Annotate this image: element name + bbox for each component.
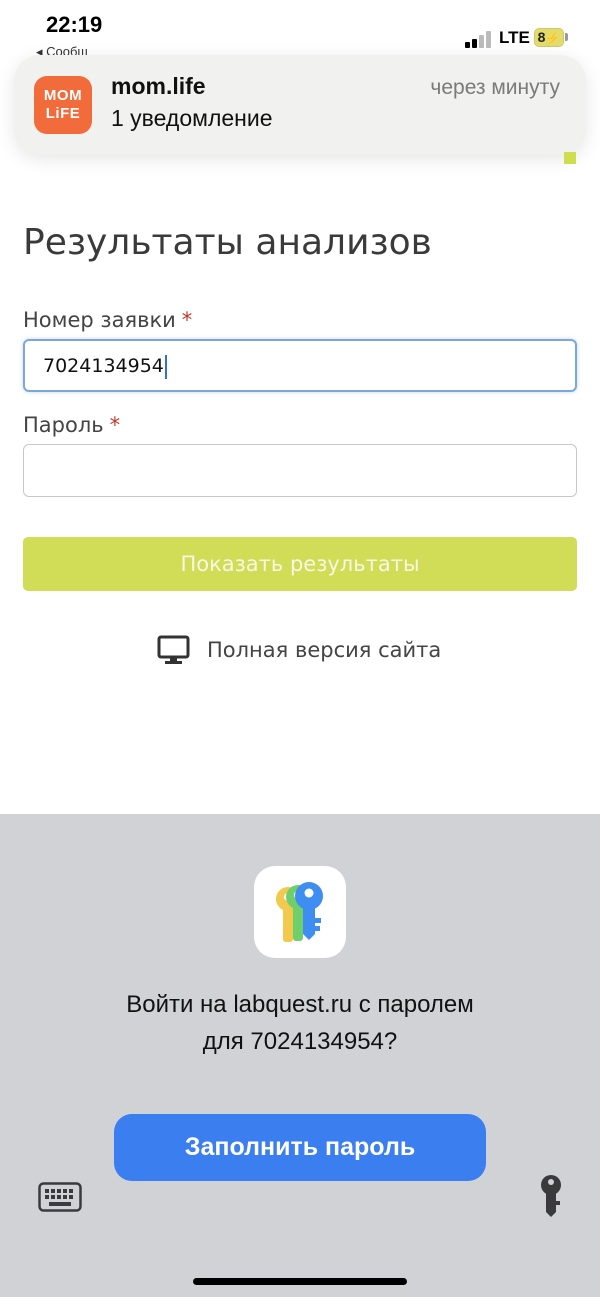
full-version-link[interactable]: Полная версия сайта [157,633,441,667]
order-number-label: Номер заявки * [23,308,192,332]
autofill-prompt: Войти на labquest.ru с паролем для 70241… [0,986,600,1060]
monitor-icon [157,635,190,664]
full-version-label: Полная версия сайта [207,638,442,662]
order-number-label-text: Номер заявки [23,308,176,332]
notification-body: 1 уведомление [111,105,273,131]
status-time: 22:19 [46,12,103,37]
autofill-prompt-line1: Войти на labquest.ru с паролем [126,991,474,1018]
passwords-keys-icon [254,866,346,958]
order-number-input[interactable]: 7024134954 [23,339,577,392]
notification-time: через минуту [430,76,560,99]
order-number-value: 7024134954 [43,355,164,377]
app-icon-text-top: MOM [43,87,83,104]
password-input[interactable] [23,444,577,497]
mom-life-app-icon: MOM LiFE [34,76,92,134]
password-autofill-sheet: Войти на labquest.ru с паролем для 70241… [0,814,600,1297]
notification-app-name: mom.life [111,73,206,99]
app-icon-text-bottom: LiFE [45,105,81,122]
show-results-button[interactable]: Показать результаты [23,537,577,591]
home-indicator[interactable] [193,1278,407,1285]
network-label: LTE [499,28,530,47]
text-caret [164,354,167,379]
battery-icon: 8⚡ [534,28,564,47]
key-icon[interactable] [538,1174,564,1218]
password-label: Пароль * [23,413,120,437]
required-mark: * [109,413,121,437]
keyboard-icon[interactable] [38,1182,82,1212]
fill-password-button[interactable]: Заполнить пароль [114,1114,486,1181]
status-bar: 22:19 ◂ Сообщ LTE 8⚡ [0,0,600,60]
site-accent-mark [564,152,576,164]
battery-tip [565,33,568,41]
required-mark: * [181,308,193,332]
signal-icon [465,28,495,48]
password-label-text: Пароль [23,413,104,437]
notification-banner[interactable]: MOM LiFE mom.life 1 уведомление через ми… [14,55,586,155]
autofill-prompt-line2: для 7024134954? [202,1028,398,1055]
page-title: Результаты анализов [23,222,432,263]
